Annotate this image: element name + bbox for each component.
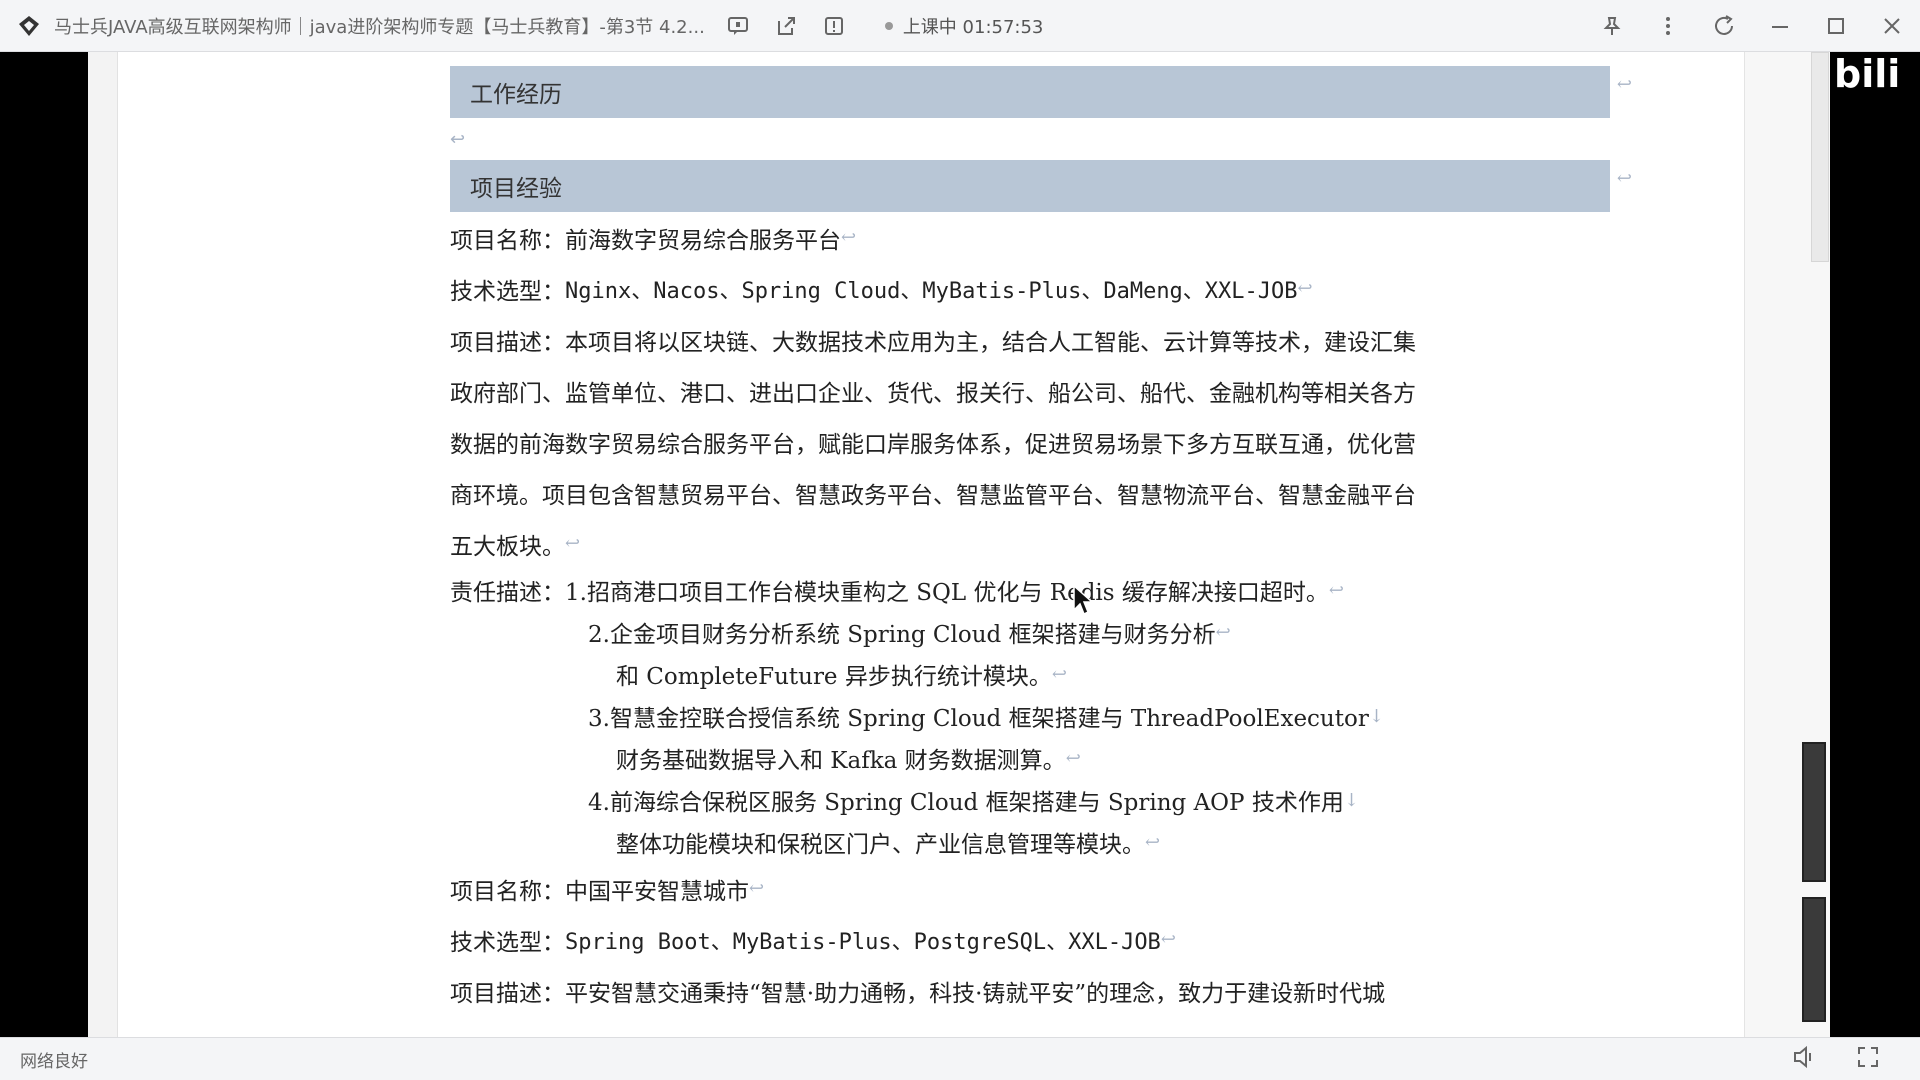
field-label: 项目描述：: [450, 980, 565, 1007]
responsibility-item: 和 CompleteFuture 异步执行统计模块。: [616, 664, 1052, 690]
field-value: 商环境。项目包含智慧贸易平台、智慧政务平台、智慧监管平台、智慧物流平台、智慧金融…: [450, 482, 1416, 509]
window-title: 马士兵JAVA高级互联网架构师｜java进阶架构师专题【马士兵教育】-第3节 4…: [54, 16, 705, 38]
responsibility-item: 整体功能模块和保税区门户、产业信息管理等模块。: [616, 832, 1145, 858]
window-controls: [1584, 0, 1920, 52]
resume-line: 技术选型： Nginx、Nacos、Spring Cloud、MyBatis-Pl…: [450, 263, 1610, 314]
resume-line: 数据的前海数字贸易综合服务平台，赋能口岸服务体系，促进贸易场景下多方互联互通，优…: [450, 416, 1610, 467]
section-header-project: 项目经验 ↩: [450, 160, 1632, 212]
mouse-cursor-icon: [1073, 584, 1094, 616]
field-value: 本项目将以区块链、大数据技术应用为主，结合人工智能、云计算等技术，建设汇集: [565, 329, 1416, 356]
section-title-work: 工作经历: [470, 82, 562, 108]
responsibility-line: 4.前海综合保税区服务 Spring Cloud 框架搭建与 Spring AO…: [450, 779, 1610, 821]
return-mark-icon: ↩: [1297, 278, 1313, 299]
return-mark-icon: ↩: [1616, 168, 1632, 189]
field-label: 项目描述：: [450, 329, 565, 356]
return-mark-icon: ↩: [1215, 621, 1231, 643]
resume-line: 五大板块。 ↩: [450, 518, 1610, 569]
document-left-gutter: [88, 52, 118, 1037]
live-status-text: 上课中 01:57:53: [902, 16, 1044, 38]
close-button[interactable]: [1864, 0, 1920, 52]
field-label: 项目名称：: [450, 878, 565, 905]
field-value: Spring Boot、MyBatis-Plus、PostgreSQL、XXL-…: [565, 929, 1161, 955]
bilibili-watermark: bili: [1834, 52, 1901, 96]
line-break-icon: ↓: [1343, 789, 1359, 811]
return-mark-icon: ↩: [1160, 929, 1176, 950]
field-label: 责任描述：: [450, 580, 565, 606]
resume-line: 项目名称： 中国平安智慧城市 ↩: [450, 863, 1610, 914]
responsibility-line: 整体功能模块和保税区门户、产业信息管理等模块。 ↩: [450, 821, 1610, 863]
player-controls: [1792, 1038, 1880, 1080]
side-panel-handle[interactable]: [1802, 742, 1826, 882]
more-menu-icon[interactable]: [1640, 0, 1696, 52]
network-status: 网络良好: [20, 1051, 88, 1072]
section-title-project: 项目经验: [470, 176, 562, 202]
responsibility-line: 2.企金项目财务分析系统 Spring Cloud 框架搭建与财务分析 ↩: [450, 611, 1610, 653]
volume-icon[interactable]: [1792, 1045, 1818, 1074]
document-right-gutter: [1744, 52, 1830, 1037]
field-value: 政府部门、监管单位、港口、进出口企业、货代、报关行、船公司、船代、金融机构等相关…: [450, 380, 1416, 407]
section-header-work: 工作经历 ↩: [450, 66, 1632, 118]
info-icon[interactable]: [819, 11, 849, 41]
document-scrollbar[interactable]: [1811, 52, 1829, 262]
live-status: 上课中 01:57:53: [884, 13, 1044, 39]
chat-icon[interactable]: [723, 11, 753, 41]
field-label: 项目名称：: [450, 227, 565, 254]
fullscreen-icon[interactable]: [1856, 1045, 1880, 1074]
resume-line: 政府部门、监管单位、港口、进出口企业、货代、报关行、船公司、船代、金融机构等相关…: [450, 365, 1610, 416]
return-mark-icon: ↩: [1328, 579, 1344, 601]
field-value: 中国平安智慧城市: [565, 878, 749, 905]
resume-line: 技术选型： Spring Boot、MyBatis-Plus、PostgreSQL…: [450, 914, 1610, 965]
field-value: 平安智慧交通秉持“智慧·助力通畅，科技·铸就平安”的理念，致力于建设新时代城: [565, 980, 1386, 1007]
return-mark-icon: ↩: [1616, 74, 1632, 95]
responsibility-item: 4.前海综合保税区服务 Spring Cloud 框架搭建与 Spring AO…: [588, 790, 1344, 816]
minimize-button[interactable]: [1752, 0, 1808, 52]
resume-line: 项目名称： 前海数字贸易综合服务平台 ↩: [450, 212, 1610, 263]
responsibility-line: 3.智慧金控联合授信系统 Spring Cloud 框架搭建与 ThreadPo…: [450, 695, 1610, 737]
field-value: Nginx、Nacos、Spring Cloud、MyBatis-Plus、Da…: [565, 278, 1298, 304]
field-label: 技术选型：: [450, 278, 565, 305]
field-value: 前海数字贸易综合服务平台: [565, 227, 841, 254]
responsibility-item: 1.招商港口项目工作台模块重构之 SQL 优化与 Redis 缓存解决接口超时。: [565, 580, 1329, 606]
title-bar: 马士兵JAVA高级互联网架构师｜java进阶架构师专题【马士兵教育】-第3节 4…: [0, 0, 1920, 52]
field-value: 数据的前海数字贸易综合服务平台，赋能口岸服务体系，促进贸易场景下多方互联互通，优…: [450, 431, 1416, 458]
responsibility-line: 责任描述： 1.招商港口项目工作台模块重构之 SQL 优化与 Redis 缓存解决…: [450, 569, 1610, 611]
return-mark-icon: ↩: [749, 878, 765, 899]
return-mark-icon: ↩: [1145, 831, 1161, 853]
live-dot-icon: [884, 21, 893, 30]
return-mark-icon: ↩: [1051, 663, 1067, 685]
responsibility-line: 和 CompleteFuture 异步执行统计模块。 ↩: [450, 653, 1610, 695]
maximize-button[interactable]: [1808, 0, 1864, 52]
player-bottom-bar: 网络良好: [0, 1037, 1920, 1080]
pin-icon[interactable]: [1584, 0, 1640, 52]
responsibility-item: 3.智慧金控联合授信系统 Spring Cloud 框架搭建与 ThreadPo…: [588, 706, 1369, 732]
resume-line: 项目描述： 平安智慧交通秉持“智慧·助力通畅，科技·铸就平安”的理念，致力于建设…: [450, 965, 1610, 1016]
video-letterbox-right: [1830, 52, 1920, 1037]
side-panel-handle[interactable]: [1802, 897, 1826, 1022]
field-label: 技术选型：: [450, 929, 565, 956]
return-mark-icon: ↩: [450, 128, 466, 150]
share-icon[interactable]: [771, 11, 801, 41]
blank-paragraph: ↩: [450, 118, 1610, 160]
app-logo-icon: [16, 13, 42, 39]
responsibility-line: 财务基础数据导入和 Kafka 财务数据测算。 ↩: [450, 737, 1610, 779]
shared-document-view: 工作经历 ↩ ↩ 项目经验 ↩ 项目名称： 前海数字贸易综合服务平台 ↩ 技术选型：…: [88, 52, 1830, 1037]
field-value: 五大板块。: [450, 533, 565, 560]
return-mark-icon: ↩: [565, 533, 581, 554]
video-letterbox-left: [0, 52, 88, 1037]
return-mark-icon: ↩: [1065, 747, 1081, 769]
responsibility-item: 2.企金项目财务分析系统 Spring Cloud 框架搭建与财务分析: [588, 622, 1216, 648]
responsibility-item: 财务基础数据导入和 Kafka 财务数据测算。: [616, 748, 1066, 774]
video-player[interactable]: 工作经历 ↩ ↩ 项目经验 ↩ 项目名称： 前海数字贸易综合服务平台 ↩ 技术选型：…: [0, 52, 1920, 1037]
line-break-icon: ↓: [1368, 705, 1384, 727]
resume-line: 项目描述： 本项目将以区块链、大数据技术应用为主，结合人工智能、云计算等技术，建设…: [450, 314, 1610, 365]
refresh-icon[interactable]: [1696, 0, 1752, 52]
resume-page: 工作经历 ↩ ↩ 项目经验 ↩ 项目名称： 前海数字贸易综合服务平台 ↩ 技术选型：…: [450, 66, 1632, 1016]
return-mark-icon: ↩: [841, 227, 857, 248]
resume-line: 商环境。项目包含智慧贸易平台、智慧政务平台、智慧监管平台、智慧物流平台、智慧金融…: [450, 467, 1610, 518]
